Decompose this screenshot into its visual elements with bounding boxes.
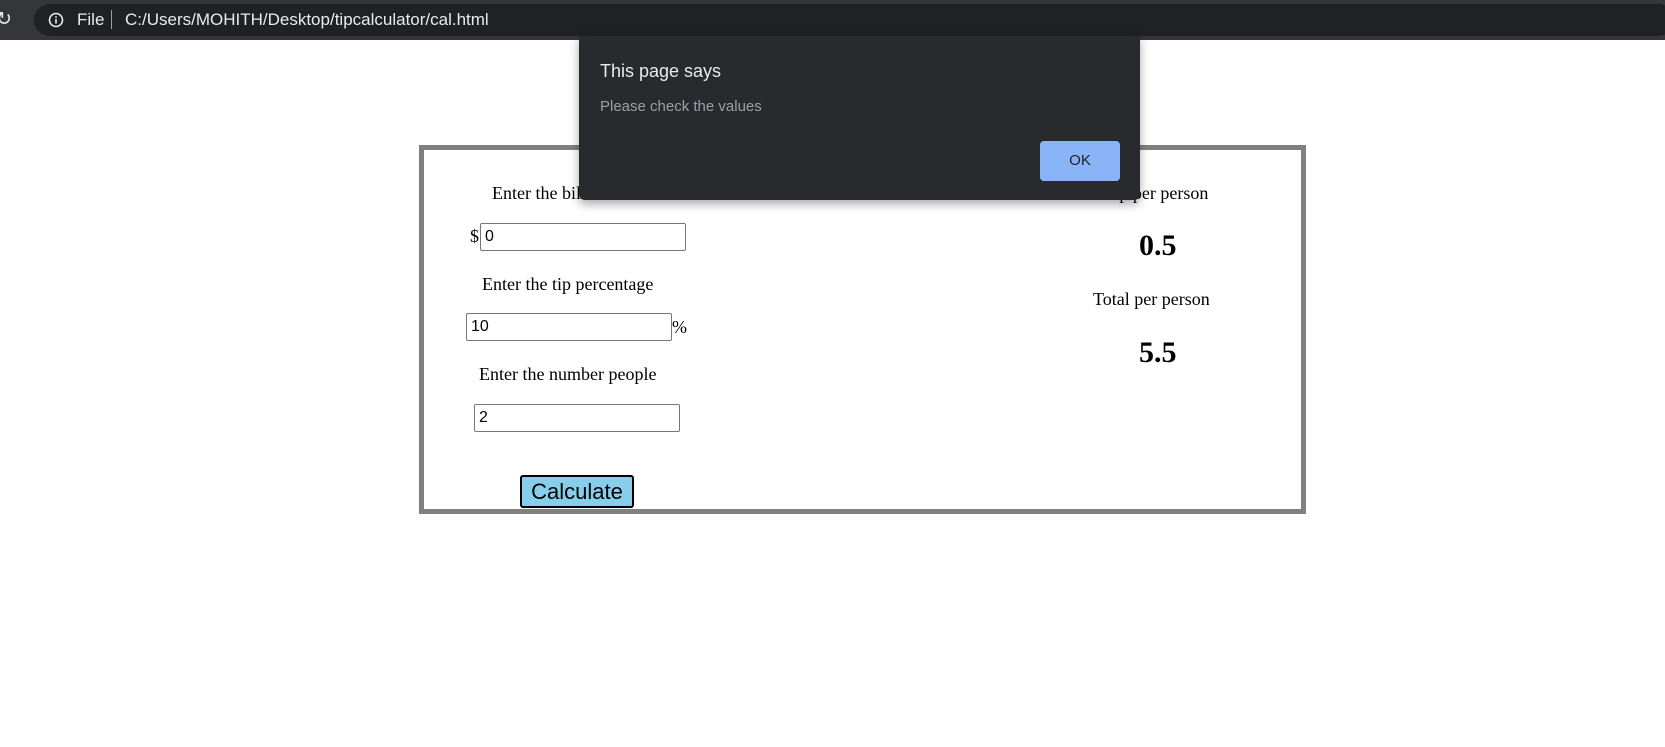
alert-dialog: This page says Please check the values O… [579,36,1140,200]
ok-button[interactable]: OK [1040,141,1120,181]
total-per-person-label: Total per person [1093,289,1210,309]
info-icon[interactable] [48,12,64,28]
scheme-label: File [77,10,105,29]
tip-percentage-label: Enter the tip percentage [482,274,654,294]
dialog-message: Please check the values [600,98,762,115]
reload-icon[interactable]: ↻ [0,8,16,30]
url-text[interactable]: C:/Users/MOHITH/Desktop/tipcalculator/ca… [125,8,489,32]
tip-calculator-panel: Enter the bill amount $ Enter the tip pe… [419,145,1306,514]
people-count-input[interactable] [474,404,680,432]
bill-amount-input[interactable] [480,223,686,251]
tip-per-person-value: 0.5 [1139,229,1177,262]
address-divider [111,10,112,29]
percent-symbol: % [672,317,687,337]
tip-percentage-input[interactable] [466,313,672,341]
currency-symbol: $ [470,226,479,246]
people-count-label: Enter the number people [479,364,657,384]
total-per-person-value: 5.5 [1139,336,1177,369]
dialog-title: This page says [600,61,722,81]
browser-toolbar: ↻ File C:/Users/MOHITH/Desktop/tipcalcul… [0,0,1665,40]
calculate-button[interactable]: Calculate [520,475,634,508]
